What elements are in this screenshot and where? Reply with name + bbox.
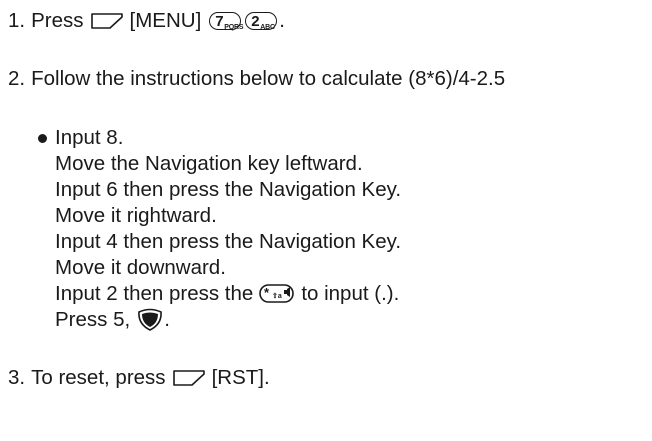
instruction-line: Move it downward. xyxy=(55,256,226,280)
instruction-line-8-end: . xyxy=(164,308,170,331)
instruction-line: Input 2 then press the * ⇧a to input (.)… xyxy=(55,282,399,306)
navigation-ok-key-icon xyxy=(138,308,163,331)
step-2-text: Follow the instructions below to calcula… xyxy=(31,67,506,90)
step-1: 1. Press [MENU] 7 PQRS 2 ABC . xyxy=(8,9,285,33)
step-1-number: 1. xyxy=(8,9,26,32)
instruction-line-7-start: Input 2 then press the xyxy=(55,282,254,305)
instruction-line-7-end: to input (.). xyxy=(301,282,400,305)
key-7-digit: 7 xyxy=(215,13,224,30)
bullet-dot xyxy=(38,133,47,143)
instruction-line: Input 4 then press the Navigation Key. xyxy=(55,230,401,254)
soft-key-icon xyxy=(172,370,205,386)
instruction-bullet: Input 8. xyxy=(38,126,123,150)
step-3-number: 3. xyxy=(8,366,26,389)
instruction-line-5: Input 4 then press the Navigation Key. xyxy=(55,230,402,253)
instruction-line-6: Move it downward. xyxy=(55,256,226,279)
step-2: 2. Follow the instructions below to calc… xyxy=(8,67,505,91)
step-3-text: To reset, press xyxy=(31,366,166,389)
key-7-letters: PQRS xyxy=(224,24,244,31)
step-1-end: . xyxy=(279,9,285,32)
key-2-letters: ABC xyxy=(260,24,275,31)
instruction-line-2: Move the Navigation key leftward. xyxy=(55,152,363,175)
step-2-number: 2. xyxy=(8,67,26,90)
instruction-line: Move the Navigation key leftward. xyxy=(55,152,363,176)
menu-label: [MENU] xyxy=(129,9,202,32)
instruction-line: Press 5, . xyxy=(55,308,170,332)
step-3: 3. To reset, press [RST]. xyxy=(8,366,270,390)
instruction-line-3: Input 6 then press the Navigation Key. xyxy=(55,178,402,201)
soft-key-icon xyxy=(90,13,123,29)
star-key-icon: * ⇧a xyxy=(259,284,295,303)
instruction-line-8-start: Press 5, xyxy=(55,308,131,331)
instruction-line: Move it rightward. xyxy=(55,204,217,228)
key-2-icon: 2 ABC xyxy=(245,12,278,31)
instruction-line-4: Move it rightward. xyxy=(55,204,217,227)
instruction-line-1: Input 8. xyxy=(55,126,124,149)
key-2-digit: 2 xyxy=(251,13,260,30)
rst-label: [RST]. xyxy=(211,366,270,389)
step-1-text: Press xyxy=(31,9,84,32)
svg-text:*: * xyxy=(264,285,270,300)
instruction-line: Input 6 then press the Navigation Key. xyxy=(55,178,401,202)
svg-text:⇧a: ⇧a xyxy=(272,292,282,300)
key-7-icon: 7 PQRS xyxy=(209,12,244,31)
